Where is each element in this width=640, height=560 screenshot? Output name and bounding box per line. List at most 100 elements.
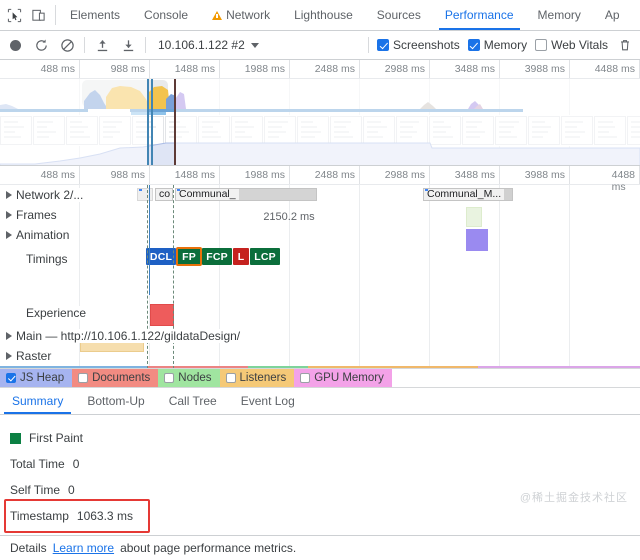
raster-band xyxy=(0,366,148,368)
overview-dim-right xyxy=(175,79,640,165)
chevron-down-icon[interactable] xyxy=(250,42,259,48)
toolbar-divider-1 xyxy=(84,37,85,53)
track-network-header[interactable]: Network 2/... xyxy=(0,188,90,202)
documents-checkbox[interactable] xyxy=(78,373,89,383)
flame-ruler: 488 ms 988 ms 1488 ms 1988 ms 2488 ms 29… xyxy=(0,166,640,193)
tab-performance-label: Performance xyxy=(444,8,514,22)
timing-marker-dcl[interactable]: DCL xyxy=(146,248,176,265)
track-main-header[interactable]: Main — http://10.106.1.122/gildataDesign… xyxy=(0,329,247,343)
tab-application[interactable]: Ap xyxy=(593,0,632,30)
overview-tick-2: 1488 ms xyxy=(174,63,215,75)
network-request-bar[interactable]: co xyxy=(155,188,173,201)
raster-band xyxy=(308,366,478,368)
overview-window-left-handle[interactable] xyxy=(147,79,149,165)
web-vitals-checkbox[interactable]: Web Vitals xyxy=(535,38,608,52)
memory-label: Memory xyxy=(483,38,528,52)
tab-application-label: Ap xyxy=(604,8,620,22)
track-experience-header[interactable]: Experience xyxy=(0,306,93,320)
screenshots-checkbox-box[interactable] xyxy=(377,39,390,51)
network-request-bar[interactable]: Communal_ xyxy=(175,188,317,201)
tab-network[interactable]: Network xyxy=(200,0,282,30)
tab-event-log[interactable]: Event Log xyxy=(229,388,307,414)
screenshots-checkbox[interactable]: Screenshots xyxy=(377,38,460,52)
overview-window-right-handle[interactable] xyxy=(151,79,153,165)
flame-chart[interactable]: 488 ms 988 ms 1488 ms 1988 ms 2488 ms 29… xyxy=(0,166,640,368)
overview-tick-5: 2988 ms xyxy=(384,63,425,75)
listeners-checkbox[interactable] xyxy=(225,373,236,383)
experience-block[interactable] xyxy=(150,304,174,326)
timestamp-key: Timestamp xyxy=(10,509,69,523)
flame-tick-2: 1488 ms xyxy=(174,169,215,181)
network-request-bar[interactable] xyxy=(137,188,153,201)
tab-performance[interactable]: Performance xyxy=(433,0,526,30)
tab-memory[interactable]: Memory xyxy=(526,0,593,30)
tab-call-tree[interactable]: Call Tree xyxy=(157,388,229,414)
gpu-memory-checkbox[interactable] xyxy=(300,373,311,383)
memory-legend-documents[interactable]: Documents xyxy=(72,369,159,387)
toolbar-divider-2 xyxy=(145,37,146,53)
timeline-overview[interactable]: 488 ms 988 ms 1488 ms 1988 ms 2488 ms 29… xyxy=(0,60,640,166)
track-frames[interactable]: Frames xyxy=(0,205,640,225)
track-experience[interactable]: Experience xyxy=(0,303,640,323)
tab-sources[interactable]: Sources xyxy=(365,0,433,30)
track-frames-header[interactable]: Frames xyxy=(0,208,63,222)
raster-band xyxy=(248,366,308,368)
tab-lighthouse-label: Lighthouse xyxy=(294,8,353,22)
device-toolbar-icon[interactable] xyxy=(30,7,47,24)
expand-triangle-icon[interactable] xyxy=(6,352,12,360)
memory-legend-js-heap[interactable]: JS Heap xyxy=(0,369,73,387)
expand-triangle-icon[interactable] xyxy=(6,211,12,219)
track-raster-header[interactable]: Raster xyxy=(0,349,58,363)
timing-marker-label: FP xyxy=(182,250,196,263)
track-animation-label: Animation xyxy=(16,228,70,242)
memory-legend-nodes[interactable]: Nodes xyxy=(158,369,220,387)
tab-lighthouse[interactable]: Lighthouse xyxy=(282,0,365,30)
timing-marker-l[interactable]: L xyxy=(233,248,249,265)
animation-block[interactable] xyxy=(466,207,482,227)
session-name: 10.106.1.122 #2 xyxy=(158,38,245,52)
timing-marker-lcp[interactable]: LCP xyxy=(250,248,280,265)
track-timings[interactable]: Timings xyxy=(0,247,640,271)
tab-summary[interactable]: Summary xyxy=(0,388,75,414)
load-profile-icon[interactable] xyxy=(93,36,111,54)
expand-triangle-icon[interactable] xyxy=(6,332,12,340)
js-heap-checkbox[interactable] xyxy=(6,373,16,383)
flame-body[interactable]: Network 2/... co Communal_ Communal_M... xyxy=(0,185,640,368)
track-main-label: Main — http://10.106.1.122/gildataDesign… xyxy=(16,329,241,343)
track-animation[interactable]: Animation xyxy=(0,225,640,245)
network-request-bar[interactable]: Communal_M... xyxy=(423,188,513,201)
memory-legend-gpu-memory[interactable]: GPU Memory xyxy=(294,369,392,387)
overview-body[interactable] xyxy=(0,79,640,165)
session-selector[interactable]: 10.106.1.122 #2 xyxy=(154,38,360,52)
track-raster[interactable]: Raster xyxy=(0,346,640,366)
expand-triangle-icon[interactable] xyxy=(6,231,12,239)
tab-call-tree-label: Call Tree xyxy=(168,394,217,408)
memory-checkbox-box[interactable] xyxy=(467,39,480,51)
nodes-checkbox[interactable] xyxy=(164,373,175,383)
event-name: First Paint xyxy=(29,431,84,445)
memory-legend-listeners[interactable]: Listeners xyxy=(219,369,295,387)
raster-band xyxy=(148,366,248,368)
flame-tick-1: 988 ms xyxy=(110,169,145,181)
timing-marker-fcp[interactable]: FCP xyxy=(202,248,232,265)
tab-bottom-up[interactable]: Bottom-Up xyxy=(75,388,156,414)
learn-more-link[interactable]: Learn more xyxy=(53,541,114,555)
memory-checkbox[interactable]: Memory xyxy=(467,38,528,52)
reload-and-record-icon[interactable] xyxy=(32,36,50,54)
web-vitals-checkbox-box[interactable] xyxy=(535,39,548,51)
save-profile-icon[interactable] xyxy=(119,36,137,54)
overview-tick-7: 3988 ms xyxy=(524,63,565,75)
expand-triangle-icon[interactable] xyxy=(6,191,12,199)
tab-elements[interactable]: Elements xyxy=(58,0,132,30)
total-time-key: Total Time xyxy=(10,457,65,471)
track-network[interactable]: Network 2/... xyxy=(0,185,640,205)
summary-details-pane: First Paint Total Time 0 Self Time 0 Tim… xyxy=(0,415,640,535)
record-button[interactable] xyxy=(6,36,24,54)
track-animation-header[interactable]: Animation xyxy=(0,228,76,242)
trash-icon[interactable] xyxy=(616,36,634,54)
inspect-element-icon[interactable] xyxy=(6,7,23,24)
timing-marker-fp[interactable]: FP xyxy=(176,247,202,266)
track-timings-header[interactable]: Timings xyxy=(0,252,74,266)
clear-button[interactable] xyxy=(58,36,76,54)
tab-console[interactable]: Console xyxy=(132,0,200,30)
